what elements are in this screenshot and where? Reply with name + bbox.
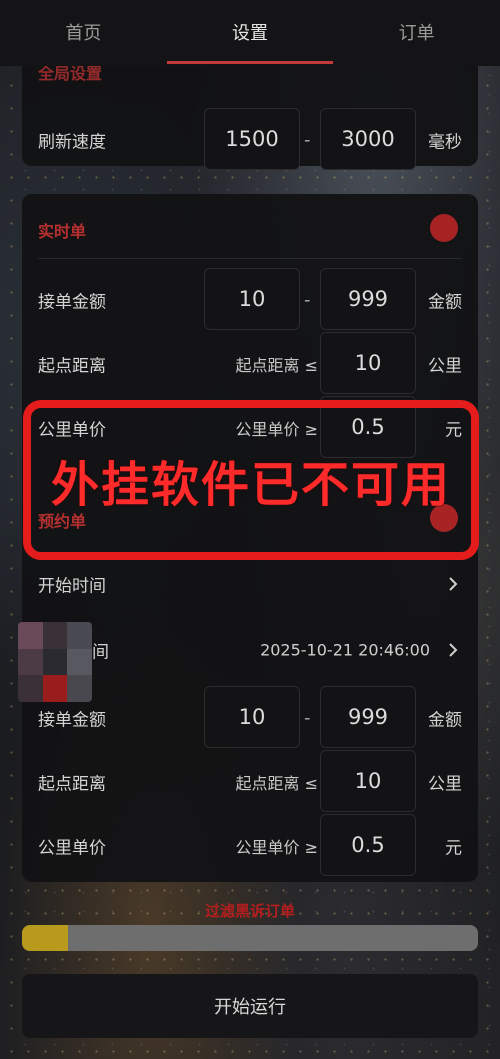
refresh-speed-row: 刷新速度 1500 - 3000 毫秒 xyxy=(22,108,478,172)
range-separator: - xyxy=(304,707,311,729)
refresh-speed-label: 刷新速度 xyxy=(38,132,106,153)
reservation-amount-label: 接单金额 xyxy=(38,710,106,731)
tab-home[interactable]: 首页 xyxy=(0,0,167,66)
global-settings-card: 全局设置 刷新速度 1500 - 3000 毫秒 xyxy=(22,66,478,170)
reservation-price-unit: 元 xyxy=(445,838,462,859)
realtime-distance-unit: 公里 xyxy=(428,356,462,377)
reservation-distance-label: 起点距离 xyxy=(38,774,106,795)
reservation-distance-unit: 公里 xyxy=(428,774,462,795)
refresh-unit: 毫秒 xyxy=(428,132,462,153)
reservation-amount-max-input[interactable]: 999 xyxy=(320,686,416,748)
range-separator: - xyxy=(304,129,311,151)
reservation-amount-unit: 金额 xyxy=(428,710,462,731)
reservation-amount-min-input[interactable]: 10 xyxy=(204,686,300,748)
range-separator: - xyxy=(304,289,311,311)
realtime-amount-max-input[interactable]: 999 xyxy=(320,268,416,330)
progress-label: 过滤黑诉订单 xyxy=(204,902,295,920)
avatar-mosaic xyxy=(18,622,92,702)
realtime-amount-label: 接单金额 xyxy=(38,292,106,313)
reservation-start-time-label: 开始时间 xyxy=(38,576,106,597)
progress-fill xyxy=(22,925,68,951)
reservation-price-input[interactable]: 0.5 xyxy=(320,814,416,876)
refresh-min-input[interactable]: 1500 xyxy=(204,108,300,170)
refresh-max-input[interactable]: 3000 xyxy=(320,108,416,170)
realtime-distance-label: 起点距离 xyxy=(38,356,106,377)
start-button[interactable]: 开始运行 xyxy=(22,974,478,1038)
chevron-right-icon xyxy=(449,577,458,591)
realtime-amount-min-input[interactable]: 10 xyxy=(204,268,300,330)
reservation-distance-condition: 起点距离 ≤ xyxy=(235,774,319,793)
chevron-right-icon xyxy=(449,643,458,657)
realtime-title: 实时单 xyxy=(38,222,87,241)
realtime-amount-row: 接单金额 10 - 999 金额 xyxy=(22,268,478,332)
realtime-distance-input[interactable]: 10 xyxy=(320,332,416,394)
tab-orders[interactable]: 订单 xyxy=(333,0,500,66)
divider xyxy=(38,258,462,259)
realtime-distance-row: 起点距离 起点距离 ≤ 10 公里 xyxy=(22,332,478,396)
reservation-price-row: 公里单价 公里单价 ≥ 0.5 元 xyxy=(22,814,478,878)
top-nav: 首页 设置 订单 xyxy=(0,0,500,66)
reservation-end-time-label: 间 xyxy=(92,642,109,663)
warning-text: 外挂软件已不可用 xyxy=(50,457,451,513)
realtime-toggle-icon[interactable] xyxy=(430,214,458,242)
reservation-distance-row: 起点距离 起点距离 ≤ 10 公里 xyxy=(22,750,478,814)
tab-settings[interactable]: 设置 xyxy=(166,0,334,66)
reservation-price-condition: 公里单价 ≥ xyxy=(235,838,319,857)
reservation-price-label: 公里单价 xyxy=(38,838,106,859)
progress-bar xyxy=(22,925,478,951)
reservation-start-time-row[interactable]: 开始时间 xyxy=(22,552,478,616)
realtime-amount-unit: 金额 xyxy=(428,292,462,313)
reservation-end-time-value: 2025-10-21 20:46:00 xyxy=(260,640,430,660)
realtime-distance-condition: 起点距离 ≤ xyxy=(235,356,319,375)
reservation-distance-input[interactable]: 10 xyxy=(320,750,416,812)
